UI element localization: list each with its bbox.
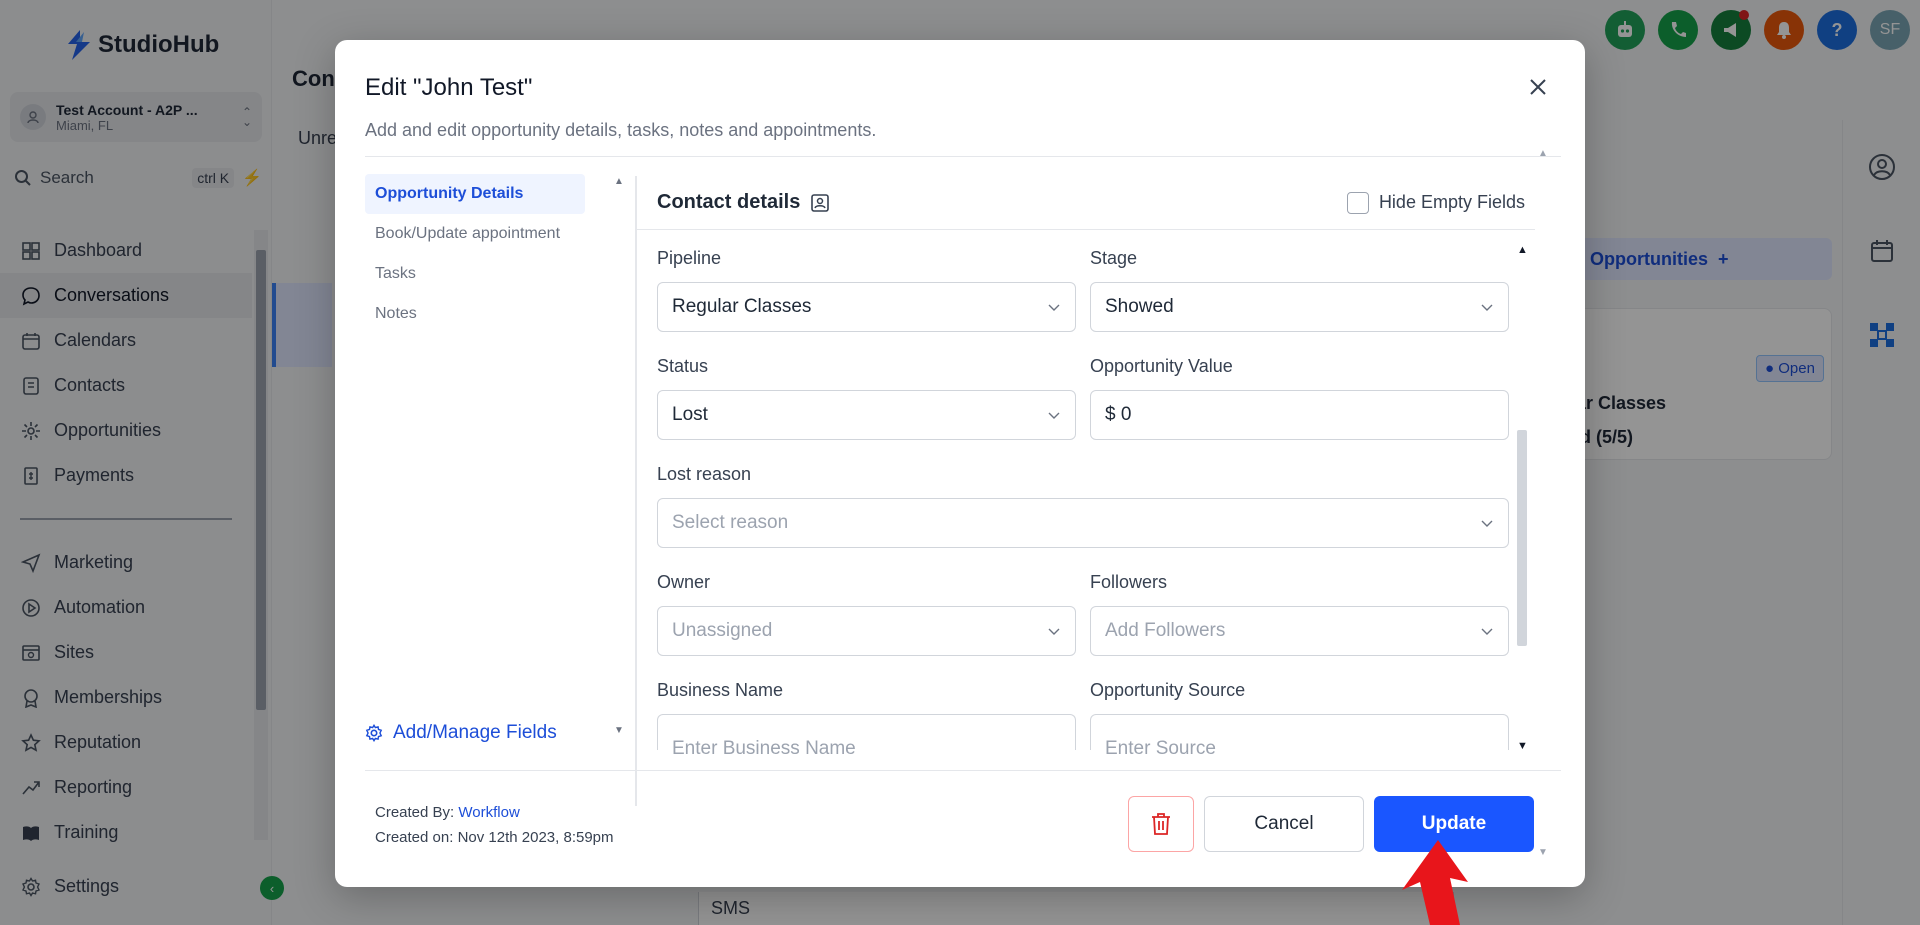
opportunity-source-label: Opportunity Source	[1090, 680, 1246, 700]
business-name-field: Business Name Enter Business Name	[657, 680, 1076, 759]
chevron-down-icon	[1480, 624, 1494, 638]
delete-button[interactable]	[1128, 796, 1194, 852]
add-manage-fields-link[interactable]: Add/Manage Fields	[365, 722, 557, 744]
opportunity-source-field: Opportunity Source Enter Source	[1090, 680, 1509, 759]
opportunity-value-input[interactable]: $ 0	[1090, 390, 1509, 440]
created-on-value: Nov 12th 2023, 8:59pm	[457, 829, 614, 846]
status-select[interactable]: Lost	[657, 390, 1076, 440]
footer-divider	[365, 770, 1561, 771]
opportunity-source-placeholder: Enter Source	[1105, 738, 1216, 759]
stage-select[interactable]: Showed	[1090, 282, 1509, 332]
modal-title: Edit "John Test"	[365, 74, 533, 101]
opportunity-value-field: Opportunity Value $ 0	[1090, 356, 1509, 440]
status-label: Status	[657, 356, 709, 376]
tab-opportunity-details[interactable]: Opportunity Details	[365, 174, 585, 214]
followers-field: Followers Add Followers	[1090, 572, 1509, 656]
chevron-down-icon	[1047, 408, 1061, 422]
modal-scrollbar[interactable]: ▲ ▼	[1535, 148, 1551, 858]
owner-field: Owner Unassigned	[657, 572, 1076, 656]
pipeline-value: Regular Classes	[672, 296, 812, 317]
scroll-up-icon[interactable]: ▲	[614, 176, 624, 187]
header-divider	[365, 156, 1561, 157]
status-value: Lost	[672, 404, 708, 425]
business-name-label: Business Name	[657, 680, 784, 700]
business-name-placeholder: Enter Business Name	[672, 738, 856, 759]
followers-placeholder: Add Followers	[1105, 620, 1226, 641]
cancel-button[interactable]: Cancel	[1204, 796, 1364, 852]
opportunity-form: Pipeline Regular Classes Stage Showed St…	[657, 248, 1509, 774]
followers-label: Followers	[1090, 572, 1168, 592]
modal-left-nav: Opportunity Details Book/Update appointm…	[365, 174, 585, 334]
scroll-down-icon[interactable]: ▼	[614, 725, 624, 736]
chevron-down-icon	[1047, 300, 1061, 314]
details-content: Contact details Hide Empty Fields Pipeli…	[637, 176, 1535, 806]
chevron-down-icon	[1480, 516, 1494, 530]
owner-select[interactable]: Unassigned	[657, 606, 1076, 656]
owner-placeholder: Unassigned	[672, 620, 773, 641]
opportunity-source-input[interactable]: Enter Source	[1090, 714, 1509, 759]
close-icon	[1530, 79, 1546, 95]
edit-opportunity-modal: Edit "John Test" Add and edit opportunit…	[335, 40, 1585, 887]
scroll-down-icon[interactable]: ▼	[1517, 740, 1528, 752]
business-name-input[interactable]: Enter Business Name	[657, 714, 1076, 759]
add-manage-fields-label: Add/Manage Fields	[393, 722, 557, 743]
scroll-down-icon[interactable]: ▼	[1538, 847, 1548, 858]
scroll-up-icon[interactable]: ▲	[1538, 148, 1548, 159]
created-by-link[interactable]: Workflow	[458, 804, 519, 821]
chevron-down-icon	[1047, 624, 1061, 638]
chevron-down-icon	[1480, 300, 1494, 314]
stage-label: Stage	[1090, 248, 1138, 268]
opportunity-value-label: Opportunity Value	[1090, 356, 1233, 376]
hide-empty-checkbox[interactable]	[1346, 191, 1369, 214]
contact-details-header: Contact details Hide Empty Fields	[637, 176, 1535, 230]
created-on-label: Created on:	[375, 829, 454, 846]
pipeline-field: Pipeline Regular Classes	[657, 248, 1076, 332]
gear-icon	[365, 724, 383, 742]
lost-reason-field: Lost reason Select reason	[657, 464, 1509, 548]
section-title: Contact details	[657, 191, 801, 213]
scroll-up-icon[interactable]: ▲	[1517, 244, 1528, 256]
status-field: Status Lost	[657, 356, 1076, 440]
tab-notes[interactable]: Notes	[365, 294, 585, 334]
lost-reason-label: Lost reason	[657, 464, 752, 484]
pipeline-select[interactable]: Regular Classes	[657, 282, 1076, 332]
created-by-label: Created By:	[375, 804, 455, 821]
modal-subtitle: Add and edit opportunity details, tasks,…	[365, 120, 877, 140]
tab-tasks[interactable]: Tasks	[365, 254, 585, 294]
hide-empty-fields-toggle[interactable]: Hide Empty Fields	[1346, 191, 1525, 214]
lost-reason-placeholder: Select reason	[672, 512, 789, 533]
close-button[interactable]	[1521, 70, 1555, 104]
followers-select[interactable]: Add Followers	[1090, 606, 1509, 656]
opportunity-value-text: $ 0	[1105, 404, 1132, 425]
form-scrollbar[interactable]: ▲ ▼	[1515, 244, 1529, 752]
tab-book-appointment[interactable]: Book/Update appointment	[365, 214, 585, 254]
arrow-pointer-icon	[1402, 840, 1468, 925]
left-nav-scrollbar[interactable]: ▲ ▼	[613, 176, 625, 736]
owner-label: Owner	[657, 572, 711, 592]
created-meta: Created By: Workflow Created on: Nov 12t…	[375, 800, 614, 850]
stage-field: Stage Showed	[1090, 248, 1509, 332]
pipeline-label: Pipeline	[657, 248, 722, 268]
trash-icon	[1152, 813, 1170, 835]
contact-card-icon[interactable]	[810, 193, 830, 213]
lost-reason-select[interactable]: Select reason	[657, 498, 1509, 548]
scrollbar-thumb[interactable]	[1517, 430, 1527, 646]
hide-empty-label: Hide Empty Fields	[1378, 192, 1525, 212]
stage-value: Showed	[1105, 296, 1174, 317]
